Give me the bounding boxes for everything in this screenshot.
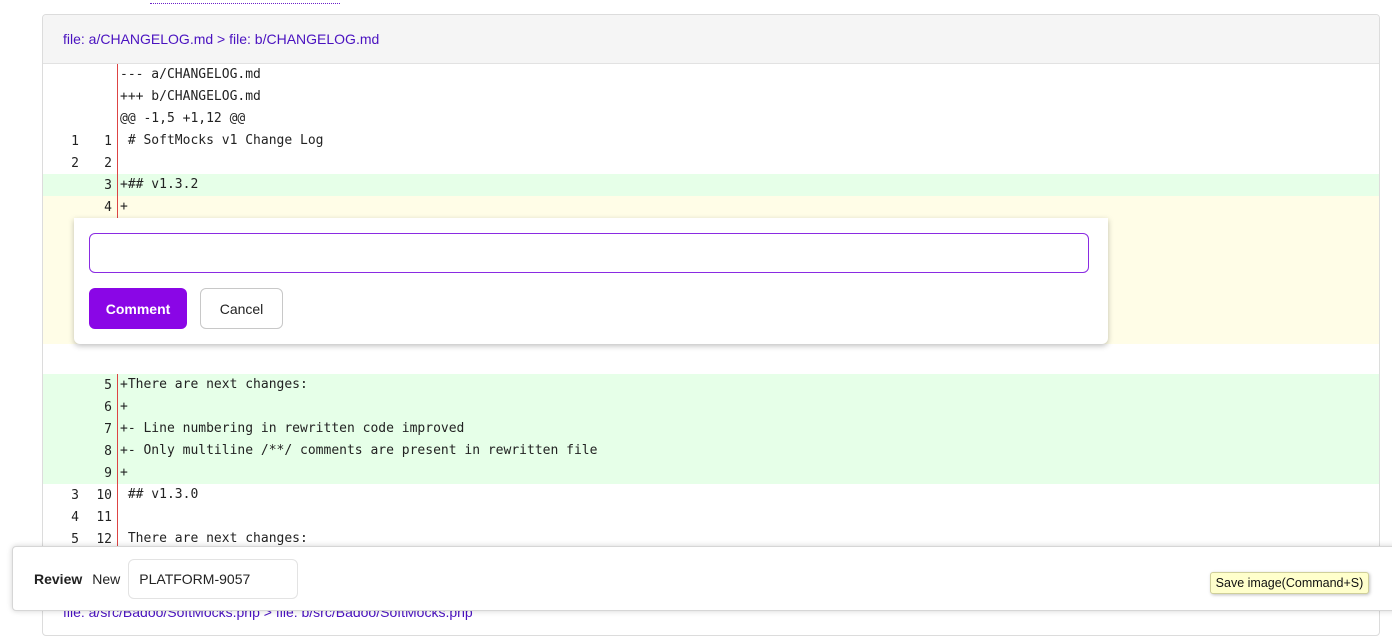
new-file-link[interactable]: file: b/CHANGELOG.md — [229, 31, 379, 47]
previous-file-link-underline — [150, 0, 340, 4]
code-text: +++ b/CHANGELOG.md — [117, 86, 1379, 108]
diff-line[interactable]: --- a/CHANGELOG.md — [43, 64, 1379, 86]
diff-file-header: file: a/CHANGELOG.md > file: b/CHANGELOG… — [43, 15, 1379, 64]
diff-body: --- a/CHANGELOG.md +++ b/CHANGELOG.md @@ -… — [43, 64, 1379, 550]
diff-line[interactable]: 5 +There are next changes: — [43, 374, 1379, 396]
review-status: New — [92, 570, 121, 587]
diff-line[interactable]: 3 +## v1.3.2 — [43, 174, 1379, 196]
code-text: @@ -1,5 +1,12 @@ — [117, 108, 1379, 130]
old-line-number: 2 — [71, 155, 79, 171]
diff-line[interactable]: +++ b/CHANGELOG.md — [43, 86, 1379, 108]
new-line-number: 7 — [104, 421, 112, 437]
draft-comment-row: Comment Cancel — [43, 218, 1379, 344]
new-line-number: 11 — [96, 509, 112, 525]
code-text: +There are next changes: — [117, 374, 1379, 396]
diff-line[interactable]: @@ -1,5 +1,12 @@ — [43, 108, 1379, 130]
new-line-number: 3 — [104, 177, 112, 193]
new-line-number: 6 — [104, 399, 112, 415]
code-text: ## v1.3.0 — [117, 484, 1379, 506]
new-line-number: 2 — [104, 155, 112, 171]
code-text: +## v1.3.2 — [117, 174, 1379, 196]
old-line-number: 5 — [71, 531, 79, 547]
diff-line[interactable]: 4 11 — [43, 506, 1379, 528]
diff-lines-top: --- a/CHANGELOG.md +++ b/CHANGELOG.md @@ -… — [43, 64, 1379, 218]
file-separator: > — [213, 31, 230, 47]
old-file-link[interactable]: file: a/CHANGELOG.md — [63, 31, 213, 47]
diff-line[interactable]: 9 + — [43, 462, 1379, 484]
new-line-number: 8 — [104, 443, 112, 459]
diff-line[interactable]: 3 10 ## v1.3.0 — [43, 484, 1379, 506]
code-text: --- a/CHANGELOG.md — [117, 64, 1379, 86]
code-text: + — [117, 462, 1379, 484]
new-line-number: 5 — [104, 377, 112, 393]
new-line-number: 9 — [104, 465, 112, 481]
comment-button[interactable]: Comment — [89, 288, 187, 329]
diff-spacer — [43, 344, 1379, 374]
diff-line[interactable]: 7 +- Line numbering in rewritten code imp… — [43, 418, 1379, 440]
comment-input[interactable] — [89, 233, 1089, 273]
new-line-number: 10 — [96, 487, 112, 503]
new-line-number: 12 — [96, 531, 112, 547]
code-text: # SoftMocks v1 Change Log — [117, 130, 1379, 152]
new-line-number: 1 — [104, 133, 112, 149]
save-image-tooltip: Save image(Command+S) — [1210, 572, 1369, 594]
old-line-number: 4 — [71, 509, 79, 525]
cancel-button[interactable]: Cancel — [200, 288, 283, 329]
comment-form: Comment Cancel — [74, 218, 1108, 344]
code-text — [117, 506, 1379, 528]
ticket-input[interactable] — [128, 558, 299, 599]
code-text: + — [117, 396, 1379, 418]
diff-panel: file: a/CHANGELOG.md > file: b/CHANGELOG… — [42, 14, 1380, 636]
code-text: + — [117, 196, 1379, 218]
review-bar: Review New — [12, 546, 1392, 611]
code-text: +- Line numbering in rewritten code impr… — [117, 418, 1379, 440]
diff-line[interactable]: 8 +- Only multiline /**/ comments are pre… — [43, 440, 1379, 462]
diff-line[interactable]: 6 + — [43, 396, 1379, 418]
review-title: Review — [34, 570, 83, 587]
diff-lines-bottom: 5 +There are next changes: 6 +7 +- Line numb… — [43, 374, 1379, 550]
code-text — [117, 152, 1379, 174]
old-line-number: 1 — [71, 133, 79, 149]
code-text: +- Only multiline /**/ comments are pres… — [117, 440, 1379, 462]
diff-line[interactable]: 22 — [43, 152, 1379, 174]
diff-line[interactable]: 1 1 # SoftMocks v1 Change Log — [43, 130, 1379, 152]
new-line-number: 4 — [104, 199, 112, 215]
diff-line[interactable]: 4 + — [43, 196, 1379, 218]
old-line-number: 3 — [71, 487, 79, 503]
